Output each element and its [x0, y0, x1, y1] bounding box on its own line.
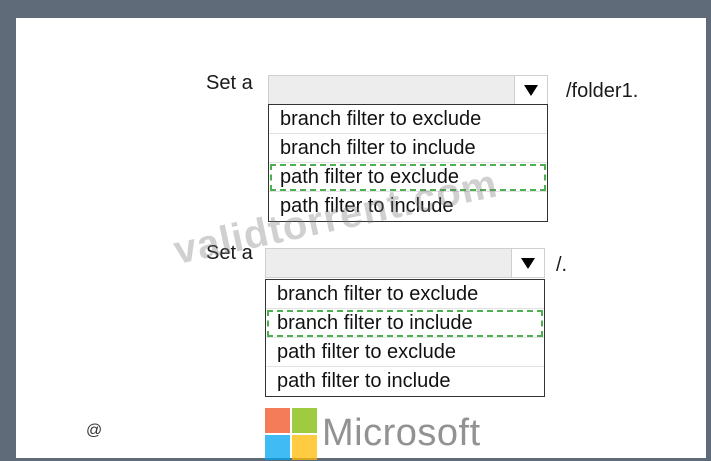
- dropdown1-option-path-include[interactable]: path filter to include: [269, 192, 547, 221]
- dropdown2-option-path-exclude[interactable]: path filter to exclude: [266, 338, 544, 367]
- dropdown2-suffix: /.: [556, 254, 568, 276]
- dropdown2-option-branch-include[interactable]: branch filter to include: [266, 309, 544, 338]
- dropdown1-option-path-exclude[interactable]: path filter to exclude: [269, 163, 547, 192]
- dropdown2-option-path-include[interactable]: path filter to include: [266, 367, 544, 396]
- dropdown1-label: Set a: [206, 72, 253, 94]
- microsoft-logo-icon: [265, 408, 317, 460]
- at-symbol: @: [86, 422, 103, 439]
- chevron-down-icon[interactable]: [514, 76, 547, 104]
- dropdown2-list: branch filter to exclude branch filter t…: [265, 279, 545, 397]
- dropdown1-option-branch-exclude[interactable]: branch filter to exclude: [269, 105, 547, 134]
- microsoft-brand-text: Microsoft: [322, 412, 481, 454]
- dropdown2-option-branch-exclude[interactable]: branch filter to exclude: [266, 280, 544, 309]
- chevron-down-icon[interactable]: [511, 249, 544, 277]
- dropdown2-combobox[interactable]: [265, 248, 545, 278]
- dropdown1-suffix: /folder1.: [566, 80, 639, 102]
- dropdown1-list: branch filter to exclude branch filter t…: [268, 104, 548, 222]
- dropdown1-combobox[interactable]: [268, 75, 548, 105]
- dropdown1-option-branch-include[interactable]: branch filter to include: [269, 134, 547, 163]
- dropdown2-label: Set a: [206, 242, 253, 264]
